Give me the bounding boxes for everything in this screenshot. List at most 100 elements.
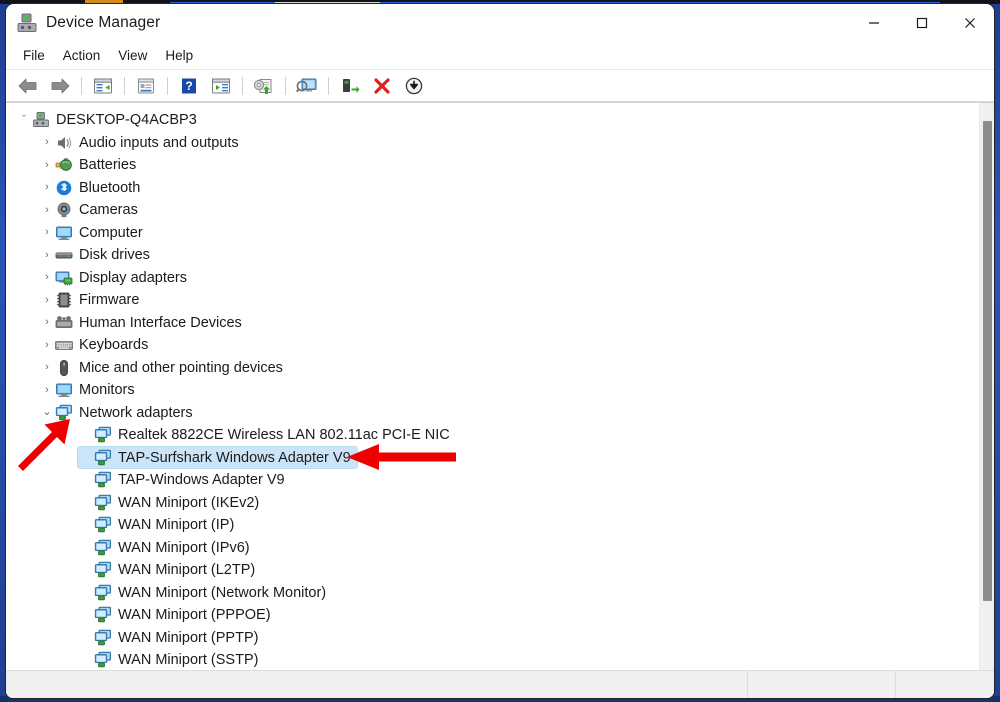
tree-category-audio[interactable]: › Audio inputs and outputs [6,132,979,155]
menu-help[interactable]: Help [156,45,202,66]
tree-root-label: DESKTOP-Q4ACBP3 [56,113,197,128]
tree-device-label: WAN Miniport (IPv6) [118,541,250,556]
bluetooth-icon [55,179,73,197]
chevron-down-icon[interactable]: ⌄ [39,405,55,421]
firmware-icon [55,291,73,309]
tree-device-wan-ikev2[interactable]: › WAN Miniport (IKEv2) [6,492,979,515]
toolbar-separator [124,77,125,95]
tree-device-label: WAN Miniport (IP) [118,518,234,533]
tree-root-row[interactable]: ˇ DESKTOP-Q4ACBP3 [6,109,979,132]
tree-device-realtek[interactable]: › Realtek 8822CE Wireless LAN 802.11ac P… [6,424,979,447]
tree-category-label: Firmware [79,293,139,308]
speaker-icon [55,134,73,152]
tree-category-network-adapters[interactable]: ⌄ Network adapters [6,402,979,425]
enable-device-icon[interactable] [335,73,365,99]
computer-icon [55,224,73,242]
tree-category-mice[interactable]: › Mice and other pointing devices [6,357,979,380]
keyboard-icon [55,336,73,354]
device-manager-icon [16,12,38,34]
chevron-right-icon[interactable]: › [39,360,55,376]
tree-category-label: Computer [79,226,143,241]
update-driver-icon[interactable] [206,73,236,99]
tree-category-label: Batteries [79,158,136,173]
tree-category-disk-drives[interactable]: › Disk drives [6,244,979,267]
chevron-right-icon[interactable]: › [39,292,55,308]
forward-icon[interactable] [45,73,75,99]
close-button[interactable] [946,4,994,42]
chevron-right-icon[interactable]: › [39,315,55,331]
scan-hardware-changes-icon[interactable] [249,73,279,99]
uninstall-device-icon[interactable] [367,73,397,99]
chevron-right-icon[interactable]: › [39,337,55,353]
menu-file[interactable]: File [14,45,54,66]
tree-device-label: WAN Miniport (L2TP) [118,563,255,578]
tree-category-label: Keyboards [79,338,148,353]
tree-category-computer[interactable]: › Computer [6,222,979,245]
network-device-icon [94,449,112,467]
tree-device-wan-ip[interactable]: › WAN Miniport (IP) [6,514,979,537]
tree-device-label: WAN Miniport (Network Monitor) [118,586,326,601]
tree-device-label: WAN Miniport (SSTP) [118,653,258,668]
tree-device-wan-network-monitor[interactable]: › WAN Miniport (Network Monitor) [6,582,979,605]
tree-category-batteries[interactable]: › Batteries [6,154,979,177]
window-controls [850,4,994,42]
title-bar: Device Manager [6,4,994,42]
status-cell-main [6,671,748,698]
tree-category-monitors[interactable]: › Monitors [6,379,979,402]
tree-device-wan-ipv6[interactable]: › WAN Miniport (IPv6) [6,537,979,560]
tree-category-bluetooth[interactable]: › Bluetooth [6,177,979,200]
tree-device-wan-sstp[interactable]: › WAN Miniport (SSTP) [6,649,979,670]
tree-category-label: Audio inputs and outputs [79,136,239,151]
hid-icon [55,314,73,332]
vertical-scrollbar[interactable] [979,103,994,670]
disable-device-icon[interactable] [399,73,429,99]
chevron-right-icon[interactable]: › [39,202,55,218]
menu-action[interactable]: Action [54,45,110,66]
tree-category-label: Network adapters [79,406,193,421]
network-device-icon [94,651,112,669]
status-bar [6,670,994,698]
monitor-icon[interactable] [292,73,322,99]
back-icon[interactable] [13,73,43,99]
window-title: Device Manager [46,14,160,32]
device-manager-window: Device Manager File Action View Help [6,4,994,698]
tree-category-label: Mice and other pointing devices [79,361,283,376]
chevron-down-icon[interactable]: ˇ [16,112,32,128]
computer-root-icon [32,111,50,129]
camera-icon [55,201,73,219]
tree-category-cameras[interactable]: › Cameras [6,199,979,222]
toolbar: ? [6,70,994,102]
tree-device-wan-pppoe[interactable]: › WAN Miniport (PPPOE) [6,604,979,627]
chevron-right-icon[interactable]: › [39,382,55,398]
network-device-icon [94,629,112,647]
tree-category-label: Monitors [79,383,135,398]
chevron-right-icon[interactable]: › [39,180,55,196]
device-tree[interactable]: ˇ DESKTOP-Q4ACBP3 [6,103,979,670]
properties-icon[interactable] [131,73,161,99]
network-device-icon [94,516,112,534]
chevron-right-icon[interactable]: › [39,135,55,151]
tree-category-keyboards[interactable]: › [6,334,979,357]
tree-device-tap-surfshark[interactable]: › TAP-Surfshark Windows Adapter V9 [6,447,979,470]
chevron-right-icon[interactable]: › [39,157,55,173]
show-hide-console-tree-icon[interactable] [88,73,118,99]
tree-category-hid[interactable]: › Human Interface Devices [6,312,979,335]
scrollbar-thumb[interactable] [983,121,992,601]
maximize-button[interactable] [898,4,946,42]
tree-category-label: Human Interface Devices [79,316,242,331]
tree-category-display-adapters[interactable]: › Display adapters [6,267,979,290]
toolbar-separator [167,77,168,95]
minimize-button[interactable] [850,4,898,42]
chevron-right-icon[interactable]: › [39,270,55,286]
status-text [6,671,747,677]
network-device-icon [94,584,112,602]
help-icon[interactable]: ? [174,73,204,99]
menu-view[interactable]: View [109,45,156,66]
tree-device-wan-pptp[interactable]: › WAN Miniport (PPTP) [6,627,979,650]
tree-category-firmware[interactable]: › [6,289,979,312]
tree-device-wan-l2tp[interactable]: › WAN Miniport (L2TP) [6,559,979,582]
chevron-right-icon[interactable]: › [39,247,55,263]
chevron-right-icon[interactable]: › [39,225,55,241]
tree-device-tap-windows[interactable]: › TAP-Windows Adapter V9 [6,469,979,492]
status-cell-tertiary [896,671,994,698]
